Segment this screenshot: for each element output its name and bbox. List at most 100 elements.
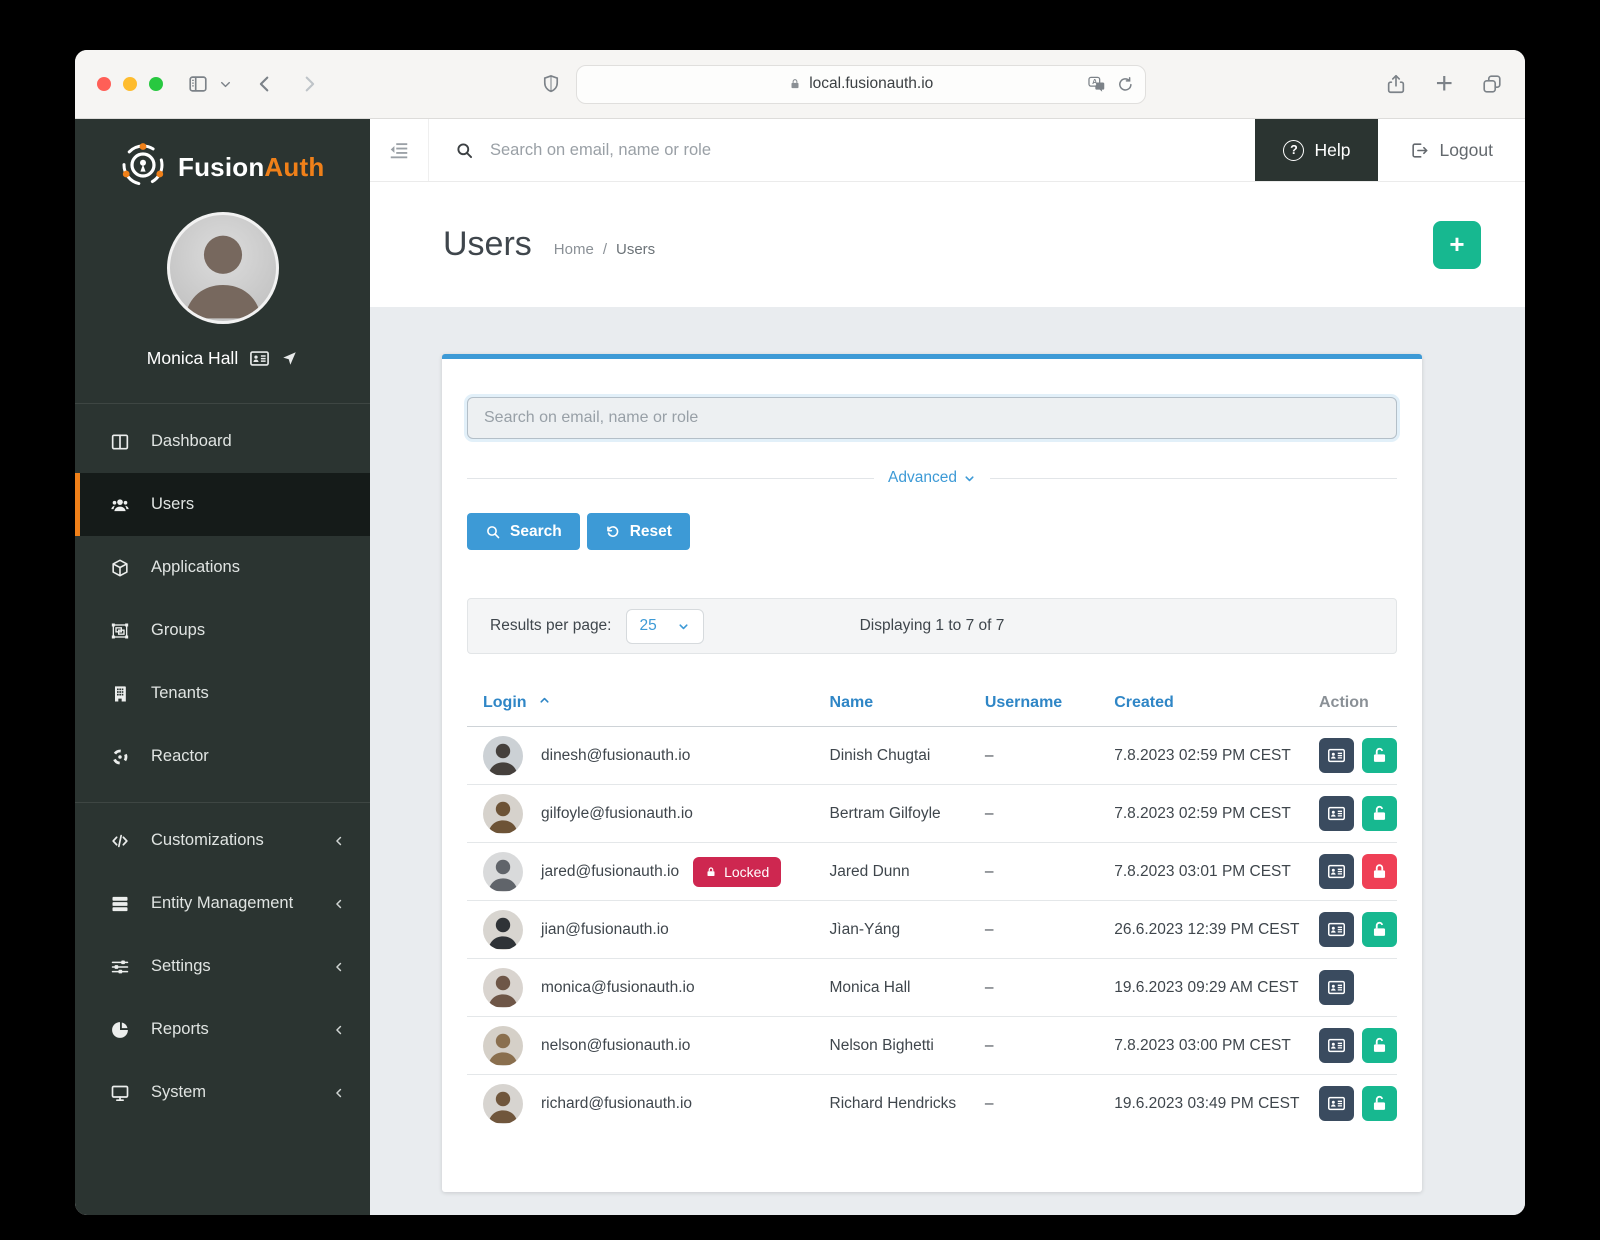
sidebar-item-entity-management[interactable]: Entity Management: [75, 872, 370, 935]
id-card-icon[interactable]: [249, 348, 270, 369]
column-header-username[interactable]: Username: [969, 684, 1098, 727]
sidebar-item-settings[interactable]: Settings: [75, 935, 370, 998]
share-icon[interactable]: [1385, 73, 1407, 95]
column-header-action: Action: [1319, 694, 1369, 711]
lock-user-button[interactable]: [1362, 854, 1397, 889]
manage-user-button[interactable]: [1319, 796, 1354, 831]
column-header-login[interactable]: Login: [467, 684, 814, 727]
breadcrumb: Home / Users: [553, 241, 656, 258]
unlock-icon: [1370, 804, 1389, 823]
breadcrumb-home[interactable]: Home: [554, 241, 594, 258]
browser-sidebar-toggle-icon[interactable]: [187, 73, 209, 95]
user-search-input[interactable]: [467, 397, 1397, 439]
table-row[interactable]: nelson@fusionauth.io Nelson Bighetti – 7.8.…: [467, 1017, 1397, 1075]
reset-button[interactable]: Reset: [586, 513, 690, 550]
sidebar-item-reports[interactable]: Reports: [75, 998, 370, 1061]
close-window-button[interactable]: [97, 77, 111, 91]
advanced-toggle[interactable]: Advanced: [888, 469, 976, 487]
user-created: 7.8.2023 02:59 PM CEST: [1114, 746, 1291, 764]
user-name: Jìan-Yáng: [829, 920, 901, 938]
manage-user-button[interactable]: [1319, 738, 1354, 773]
manage-user-button[interactable]: [1319, 970, 1354, 1005]
manage-user-button[interactable]: [1319, 1028, 1354, 1063]
fusionauth-logo-icon: [119, 141, 167, 194]
table-row[interactable]: jian@fusionauth.io Jìan-Yáng – 26.6.2023 12…: [467, 901, 1397, 959]
unlock-user-button[interactable]: [1362, 1028, 1397, 1063]
screenshot-stage: local.fusionauth.io A + FusionAuth Monic…: [0, 0, 1600, 1240]
user-username: –: [984, 920, 994, 938]
unlock-user-button[interactable]: [1362, 912, 1397, 947]
unlock-user-button[interactable]: [1362, 796, 1397, 831]
table-row[interactable]: richard@fusionauth.io Richard Hendricks – 1…: [467, 1075, 1397, 1133]
sidebar-group: Customizations Entity Management Settings R…: [75, 802, 370, 1130]
sidebar: FusionAuth Monica Hall Dashboard Users App…: [75, 119, 370, 1215]
sidebar-item-reactor[interactable]: Reactor: [75, 725, 370, 788]
unlock-icon: [1370, 1094, 1389, 1113]
user-username: –: [984, 1094, 994, 1112]
address-bar[interactable]: local.fusionauth.io A: [575, 64, 1146, 104]
content-area: Advanced Search: [370, 307, 1525, 1215]
manage-user-button[interactable]: [1319, 1086, 1354, 1121]
user-name: Monica Hall: [829, 978, 911, 996]
sidebar-item-label: Reports: [151, 1020, 209, 1038]
idcard-icon: [1327, 1036, 1346, 1055]
user-avatar: [483, 909, 523, 950]
send-icon[interactable]: [281, 350, 298, 367]
help-button[interactable]: ? Help: [1255, 119, 1379, 181]
privacy-shield-icon[interactable]: [540, 73, 562, 95]
search-button[interactable]: Search: [467, 513, 580, 550]
column-header-name[interactable]: Name: [814, 684, 969, 727]
user-name: Bertram Gilfoyle: [829, 804, 941, 822]
sidebar-nav: Dashboard Users Applications Groups Tenants R…: [75, 403, 370, 1130]
traffic-lights: [97, 77, 163, 91]
sidebar-item-tenants[interactable]: Tenants: [75, 662, 370, 725]
user-avatar: [483, 793, 523, 834]
idcard-icon: [1327, 978, 1346, 997]
table-row[interactable]: gilfoyle@fusionauth.io Bertram Gilfoyle – 7…: [467, 785, 1397, 843]
user-created: 19.6.2023 09:29 AM CEST: [1114, 978, 1299, 996]
add-user-button[interactable]: +: [1433, 220, 1481, 269]
current-user-name: Monica Hall: [146, 348, 239, 368]
sidebar-item-users[interactable]: Users: [75, 473, 370, 536]
current-user-row: Monica Hall: [75, 348, 370, 369]
manage-user-button[interactable]: [1319, 912, 1354, 947]
sidebar-item-label: System: [151, 1083, 207, 1101]
chevron-down-icon: [963, 472, 976, 485]
translate-icon[interactable]: A: [1087, 75, 1106, 94]
display-icon: [108, 1083, 132, 1103]
sidebar-collapse-button[interactable]: [370, 119, 429, 181]
user-avatar: [483, 735, 523, 776]
column-header-created[interactable]: Created: [1098, 684, 1303, 727]
table-row[interactable]: jared@fusionauth.io Locked Jared Dunn – 7.8.…: [467, 843, 1397, 901]
fusionauth-logo[interactable]: FusionAuth: [75, 119, 370, 194]
results-per-page-select[interactable]: 25: [625, 608, 704, 644]
sidebar-item-groups[interactable]: Groups: [75, 599, 370, 662]
zoom-window-button[interactable]: [149, 77, 163, 91]
sidebar-item-customizations[interactable]: Customizations: [75, 809, 370, 872]
minimize-window-button[interactable]: [123, 77, 137, 91]
tabs-overview-icon[interactable]: [1481, 73, 1503, 95]
user-login: dinesh@fusionauth.io: [541, 746, 691, 764]
sidebar-item-applications[interactable]: Applications: [75, 536, 370, 599]
manage-user-button[interactable]: [1319, 854, 1354, 889]
browser-window: local.fusionauth.io A + FusionAuth Monic…: [75, 50, 1525, 1215]
global-search: [429, 119, 1255, 181]
sidebar-item-dashboard[interactable]: Dashboard: [75, 410, 370, 473]
reload-icon[interactable]: [1116, 75, 1135, 94]
table-row[interactable]: dinesh@fusionauth.io Dinish Chugtai – 7.8.2…: [467, 727, 1397, 785]
users-card: Advanced Search: [442, 354, 1422, 1192]
unlock-user-button[interactable]: [1362, 738, 1397, 773]
table-row[interactable]: monica@fusionauth.io Monica Hall – 19.6.202…: [467, 959, 1397, 1017]
new-tab-icon[interactable]: +: [1435, 69, 1453, 99]
back-icon[interactable]: [254, 73, 276, 95]
sidebar-item-label: Customizations: [151, 831, 264, 849]
sidebar-item-system[interactable]: System: [75, 1061, 370, 1124]
user-avatar[interactable]: [166, 212, 279, 324]
users-table: Login Name Username Created Action dines…: [467, 684, 1397, 1132]
unlock-user-button[interactable]: [1362, 1086, 1397, 1121]
global-search-input[interactable]: [488, 139, 1230, 161]
app-topbar: ? Help Logout: [370, 119, 1525, 182]
logout-button[interactable]: Logout: [1378, 119, 1525, 181]
sidebar-item-label: Applications: [151, 558, 240, 576]
chevron-down-icon[interactable]: [219, 78, 232, 91]
